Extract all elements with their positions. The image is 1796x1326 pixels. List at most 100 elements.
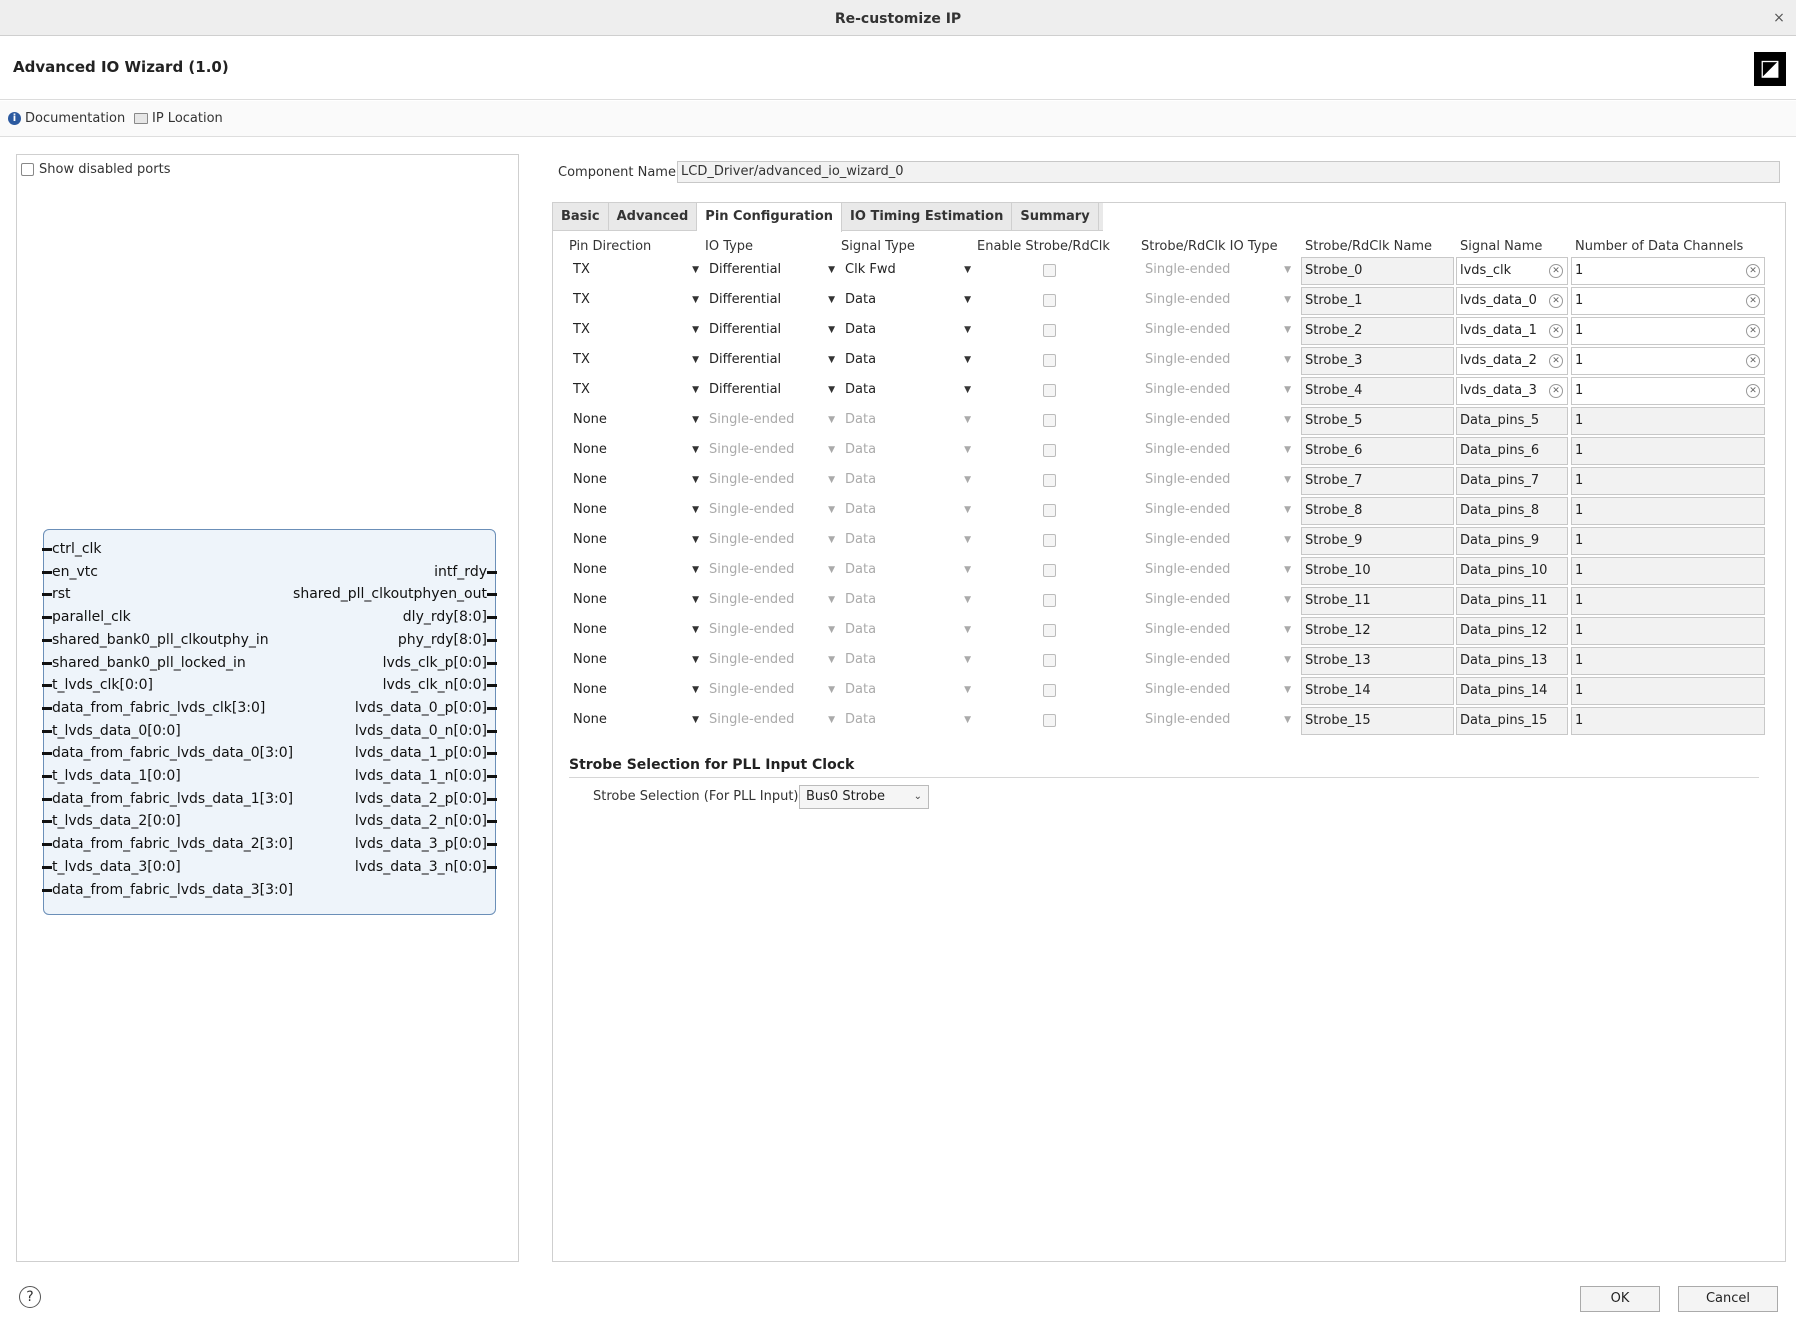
signal-type-dropdown[interactable]: Clk Fwd ▼ <box>841 257 971 285</box>
signal-type-dropdown[interactable]: Data ▼ <box>841 647 971 675</box>
data-channels-field[interactable]: 1 <box>1571 707 1765 735</box>
signal-name-field[interactable]: lvds_clk ✕ <box>1456 257 1568 285</box>
signal-name-field[interactable]: Data_pins_10 <box>1456 557 1568 585</box>
strobe-name-field[interactable]: Strobe_15 <box>1301 707 1454 735</box>
close-icon[interactable]: × <box>1770 9 1788 27</box>
enable-strobe-checkbox[interactable] <box>1043 534 1056 547</box>
enable-strobe-checkbox[interactable] <box>1043 294 1056 307</box>
pin-direction-dropdown[interactable]: TX ▼ <box>569 347 699 375</box>
data-channels-field[interactable]: 1 <box>1571 407 1765 435</box>
strobe-io-type-dropdown[interactable]: Single-ended ▼ <box>1141 707 1291 735</box>
enable-strobe-checkbox[interactable] <box>1043 504 1056 517</box>
strobe-name-field[interactable]: Strobe_11 <box>1301 587 1454 615</box>
signal-name-field[interactable]: Data_pins_6 <box>1456 437 1568 465</box>
enable-strobe-checkbox[interactable] <box>1043 474 1056 487</box>
signal-type-dropdown[interactable]: Data ▼ <box>841 347 971 375</box>
clear-icon[interactable]: ✕ <box>1549 324 1563 338</box>
signal-name-field[interactable]: lvds_data_0 ✕ <box>1456 287 1568 315</box>
signal-name-field[interactable]: Data_pins_12 <box>1456 617 1568 645</box>
pin-direction-dropdown[interactable]: None ▼ <box>569 677 699 705</box>
strobe-name-field[interactable]: Strobe_3 <box>1301 347 1454 375</box>
signal-name-field[interactable]: Data_pins_11 <box>1456 587 1568 615</box>
enable-strobe-checkbox[interactable] <box>1043 264 1056 277</box>
enable-strobe-checkbox[interactable] <box>1043 624 1056 637</box>
tab-basic[interactable]: Basic <box>553 203 609 230</box>
signal-name-field[interactable]: Data_pins_5 <box>1456 407 1568 435</box>
strobe-io-type-dropdown[interactable]: Single-ended ▼ <box>1141 377 1291 405</box>
strobe-name-field[interactable]: Strobe_2 <box>1301 317 1454 345</box>
pin-direction-dropdown[interactable]: None ▼ <box>569 527 699 555</box>
data-channels-field[interactable]: 1 <box>1571 647 1765 675</box>
signal-name-field[interactable]: Data_pins_9 <box>1456 527 1568 555</box>
data-channels-field[interactable]: 1 <box>1571 527 1765 555</box>
strobe-io-type-dropdown[interactable]: Single-ended ▼ <box>1141 347 1291 375</box>
data-channels-field[interactable]: 1 ✕ <box>1571 257 1765 285</box>
io-type-dropdown[interactable]: Differential ▼ <box>705 287 835 315</box>
signal-name-field[interactable]: lvds_data_3 ✕ <box>1456 377 1568 405</box>
pin-direction-dropdown[interactable]: None ▼ <box>569 557 699 585</box>
strobe-name-field[interactable]: Strobe_6 <box>1301 437 1454 465</box>
strobe-io-type-dropdown[interactable]: Single-ended ▼ <box>1141 287 1291 315</box>
data-channels-field[interactable]: 1 <box>1571 557 1765 585</box>
signal-type-dropdown[interactable]: Data ▼ <box>841 287 971 315</box>
signal-type-dropdown[interactable]: Data ▼ <box>841 467 971 495</box>
pin-direction-dropdown[interactable]: TX ▼ <box>569 287 699 315</box>
data-channels-field[interactable]: 1 <box>1571 437 1765 465</box>
strobe-name-field[interactable]: Strobe_8 <box>1301 497 1454 525</box>
strobe-name-field[interactable]: Strobe_7 <box>1301 467 1454 495</box>
enable-strobe-checkbox[interactable] <box>1043 384 1056 397</box>
clear-icon[interactable]: ✕ <box>1746 384 1760 398</box>
component-name-field[interactable]: LCD_Driver/advanced_io_wizard_0 <box>677 161 1780 183</box>
pin-direction-dropdown[interactable]: None ▼ <box>569 407 699 435</box>
enable-strobe-checkbox[interactable] <box>1043 354 1056 367</box>
ok-button[interactable]: OK <box>1580 1286 1660 1312</box>
help-icon[interactable]: ? <box>19 1286 41 1308</box>
pin-direction-dropdown[interactable]: None ▼ <box>569 647 699 675</box>
io-type-dropdown[interactable]: Single-ended ▼ <box>705 677 835 705</box>
signal-type-dropdown[interactable]: Data ▼ <box>841 437 971 465</box>
strobe-io-type-dropdown[interactable]: Single-ended ▼ <box>1141 437 1291 465</box>
strobe-io-type-dropdown[interactable]: Single-ended ▼ <box>1141 467 1291 495</box>
strobe-io-type-dropdown[interactable]: Single-ended ▼ <box>1141 557 1291 585</box>
io-type-dropdown[interactable]: Single-ended ▼ <box>705 587 835 615</box>
cancel-button[interactable]: Cancel <box>1678 1286 1778 1312</box>
enable-strobe-checkbox[interactable] <box>1043 654 1056 667</box>
signal-type-dropdown[interactable]: Data ▼ <box>841 587 971 615</box>
data-channels-field[interactable]: 1 <box>1571 617 1765 645</box>
tab-summary[interactable]: Summary <box>1012 203 1099 230</box>
signal-name-field[interactable]: lvds_data_1 ✕ <box>1456 317 1568 345</box>
clear-icon[interactable]: ✕ <box>1549 294 1563 308</box>
strobe-name-field[interactable]: Strobe_12 <box>1301 617 1454 645</box>
strobe-name-field[interactable]: Strobe_4 <box>1301 377 1454 405</box>
clear-icon[interactable]: ✕ <box>1549 354 1563 368</box>
clear-icon[interactable]: ✕ <box>1746 354 1760 368</box>
pin-direction-dropdown[interactable]: None ▼ <box>569 587 699 615</box>
signal-name-field[interactable]: Data_pins_15 <box>1456 707 1568 735</box>
strobe-name-field[interactable]: Strobe_0 <box>1301 257 1454 285</box>
data-channels-field[interactable]: 1 ✕ <box>1571 377 1765 405</box>
data-channels-field[interactable]: 1 ✕ <box>1571 347 1765 375</box>
strobe-name-field[interactable]: Strobe_14 <box>1301 677 1454 705</box>
signal-type-dropdown[interactable]: Data ▼ <box>841 617 971 645</box>
io-type-dropdown[interactable]: Differential ▼ <box>705 377 835 405</box>
strobe-name-field[interactable]: Strobe_10 <box>1301 557 1454 585</box>
io-type-dropdown[interactable]: Differential ▼ <box>705 257 835 285</box>
signal-name-field[interactable]: Data_pins_8 <box>1456 497 1568 525</box>
data-channels-field[interactable]: 1 ✕ <box>1571 317 1765 345</box>
pin-direction-dropdown[interactable]: None ▼ <box>569 467 699 495</box>
signal-type-dropdown[interactable]: Data ▼ <box>841 557 971 585</box>
strobe-name-field[interactable]: Strobe_5 <box>1301 407 1454 435</box>
strobe-io-type-dropdown[interactable]: Single-ended ▼ <box>1141 257 1291 285</box>
show-disabled-ports-checkbox[interactable]: Show disabled ports <box>21 162 170 177</box>
data-channels-field[interactable]: 1 ✕ <box>1571 287 1765 315</box>
io-type-dropdown[interactable]: Single-ended ▼ <box>705 527 835 555</box>
signal-name-field[interactable]: Data_pins_13 <box>1456 647 1568 675</box>
data-channels-field[interactable]: 1 <box>1571 677 1765 705</box>
strobe-io-type-dropdown[interactable]: Single-ended ▼ <box>1141 587 1291 615</box>
strobe-io-type-dropdown[interactable]: Single-ended ▼ <box>1141 527 1291 555</box>
signal-type-dropdown[interactable]: Data ▼ <box>841 407 971 435</box>
io-type-dropdown[interactable]: Single-ended ▼ <box>705 617 835 645</box>
strobe-selection-dropdown[interactable]: Bus0 Strobe ⌄ <box>799 785 929 809</box>
io-type-dropdown[interactable]: Differential ▼ <box>705 317 835 345</box>
signal-type-dropdown[interactable]: Data ▼ <box>841 497 971 525</box>
